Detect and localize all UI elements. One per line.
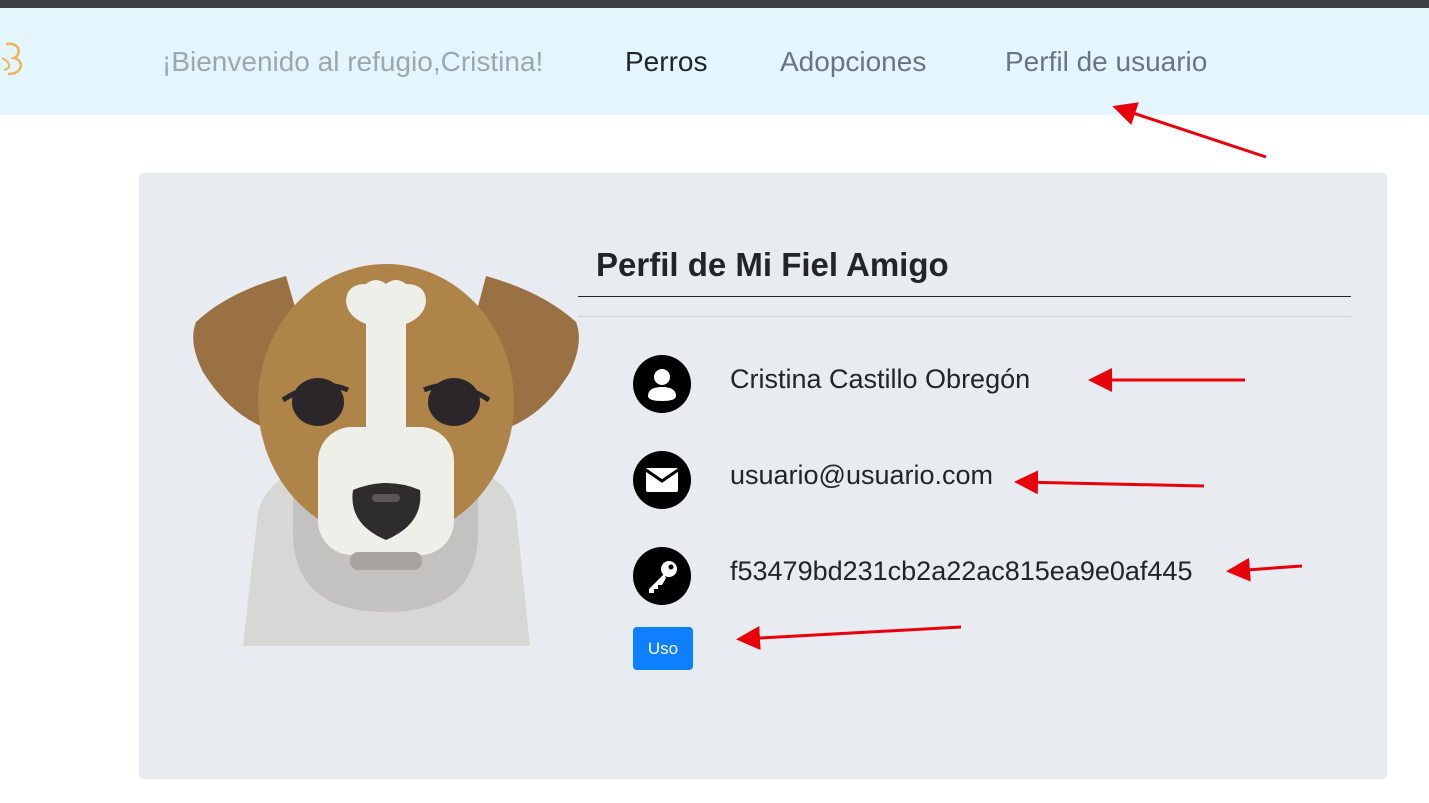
nav-link-perros[interactable]: Perros	[625, 46, 707, 78]
welcome-text: ¡Bienvenido al refugio,Cristina!	[162, 46, 544, 77]
envelope-icon	[633, 451, 691, 509]
title-divider	[578, 296, 1351, 297]
uso-button[interactable]: Uso	[633, 627, 693, 670]
profile-name: Cristina Castillo Obregón	[730, 364, 1031, 394]
profile-title: Perfil de Mi Fiel Amigo	[596, 246, 949, 283]
title-divider-light	[578, 316, 1351, 317]
profile-key: f53479bd231cb2a22ac815ea9e0af445	[730, 556, 1193, 586]
brand-logo-icon[interactable]	[0, 28, 28, 88]
arrow-to-perfil-link	[1112, 102, 1267, 159]
window-top-strip	[0, 0, 1429, 8]
navbar: ¡Bienvenido al refugio,Cristina! Perros …	[0, 8, 1429, 115]
nav-link-perfil-usuario[interactable]: Perfil de usuario	[1005, 46, 1207, 78]
key-icon	[633, 547, 691, 605]
profile-email: usuario@usuario.com	[730, 460, 994, 490]
user-icon	[633, 355, 691, 413]
dog-avatar-image	[193, 264, 579, 646]
nav-link-adopciones[interactable]: Adopciones	[780, 46, 926, 78]
